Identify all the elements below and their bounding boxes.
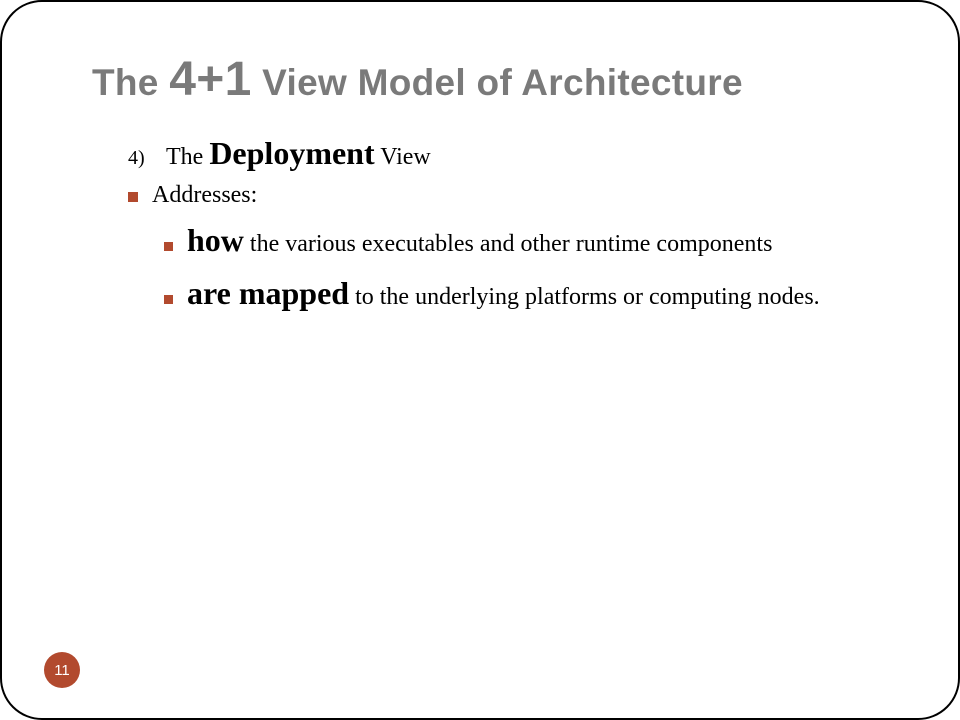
list-item-label: Addresses:: [152, 182, 257, 209]
list-item-label: are mapped to the underlying platforms o…: [187, 272, 820, 315]
slide-number: 11: [54, 662, 70, 679]
text-strong: Deployment: [209, 135, 374, 171]
square-bullet-icon: [164, 242, 173, 251]
text-strong: how: [187, 222, 244, 258]
title-accent: 4+1: [169, 53, 251, 106]
slide: The 4+1 View Model of Architecture 4) Th…: [0, 0, 960, 720]
list-item: Addresses:: [128, 182, 898, 209]
list-item-label: The Deployment View: [166, 135, 431, 172]
text-pre: The: [166, 144, 209, 170]
list-number: 4): [128, 147, 152, 170]
list-item-label: how the various executables and other ru…: [187, 219, 772, 262]
text-post: View: [375, 144, 431, 170]
text-post: the various executables and other runtim…: [244, 231, 773, 257]
slide-title: The 4+1 View Model of Architecture: [92, 52, 898, 107]
slide-number-badge: 11: [44, 652, 80, 688]
title-pre: The: [92, 62, 169, 103]
list-item: are mapped to the underlying platforms o…: [164, 272, 898, 315]
text-post: to the underlying platforms or computing…: [349, 284, 820, 310]
square-bullet-icon: [128, 192, 138, 202]
text-strong: are mapped: [187, 275, 349, 311]
list-item: how the various executables and other ru…: [164, 219, 898, 262]
list-item-numbered: 4) The Deployment View: [128, 135, 898, 172]
square-bullet-icon: [164, 295, 173, 304]
title-post: View Model of Architecture: [252, 62, 743, 103]
slide-body: 4) The Deployment View Addresses: how th…: [102, 135, 898, 315]
